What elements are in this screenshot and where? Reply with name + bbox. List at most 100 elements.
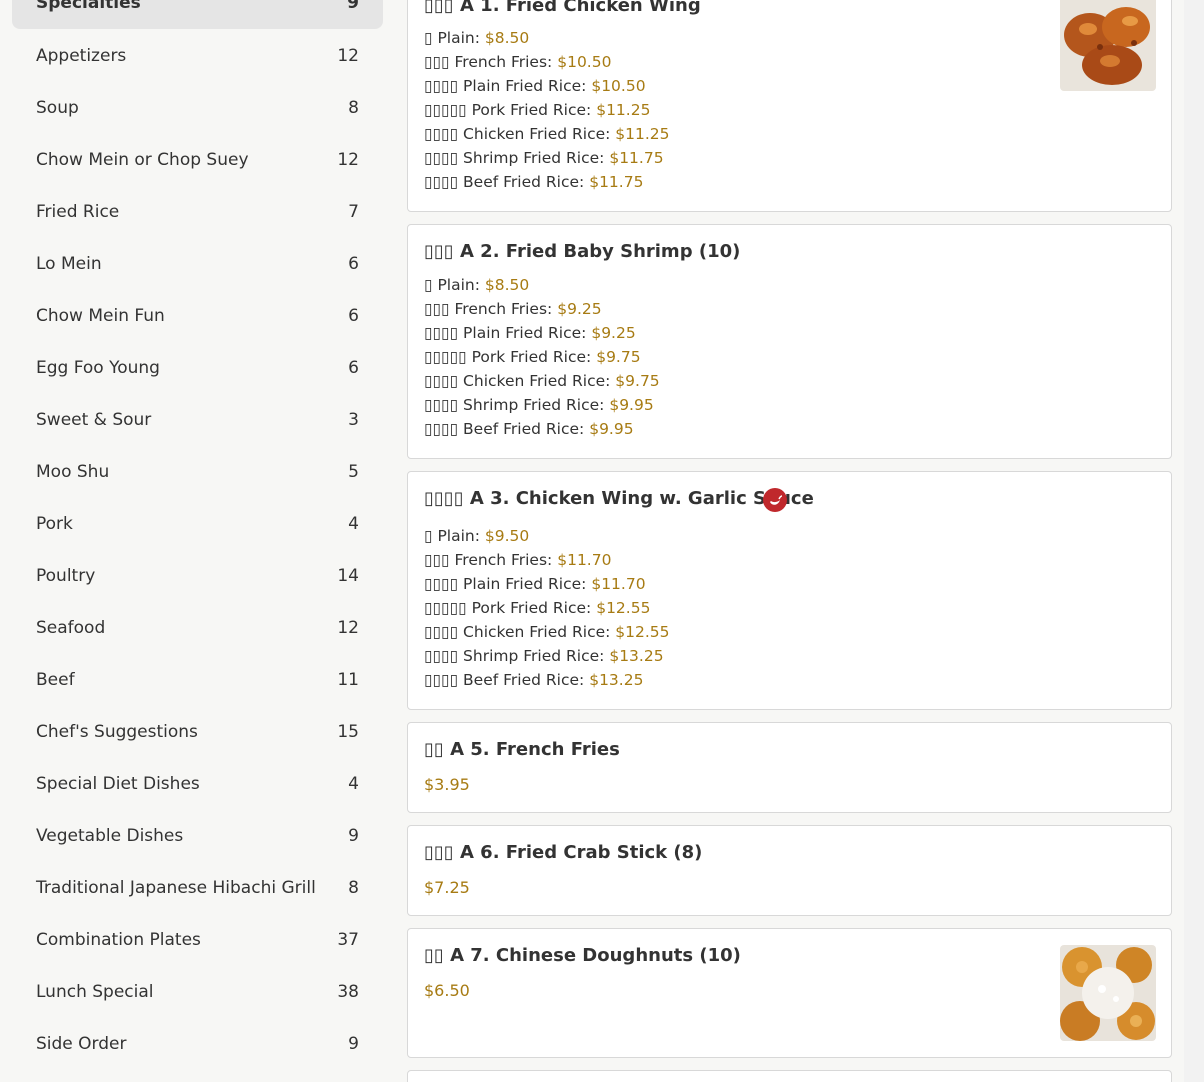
option-label: ▯▯▯▯▯ Pork Fried Rice: (424, 348, 592, 366)
category-egg-foo-young[interactable]: Egg Foo Young 6 (12, 342, 383, 394)
chicken-wing-photo[interactable] (1060, 0, 1156, 91)
option-price: $13.25 (589, 671, 644, 689)
category-count: 9 (348, 1034, 359, 1054)
category-seafood[interactable]: Seafood 12 (12, 602, 383, 654)
category-name: Combination Plates (36, 930, 201, 950)
category-specialties[interactable]: Specialties 9 (12, 0, 383, 29)
menu-item-title: ▯▯▯▯ A 3. Chicken Wing w. Garlic Sauce (424, 488, 814, 509)
option-price: $8.50 (484, 29, 530, 47)
menu-item-title: ▯▯▯ A 6. Fried Crab Stick (8) (424, 842, 703, 863)
menu-item-option: ▯▯▯▯ Shrimp Fried Rice: $13.25 (424, 647, 664, 665)
menu-item-option: ▯▯▯▯▯ Pork Fried Rice: $9.75 (424, 348, 641, 366)
menu-items-list: ▯▯▯ A 1. Fried Chicken Wing ▯ Plain: $8.… (395, 0, 1204, 1082)
option-label: ▯▯▯ French Fries: (424, 300, 553, 318)
option-label: ▯▯▯▯ Beef Fried Rice: (424, 420, 585, 438)
category-special-diet-dishes[interactable]: Special Diet Dishes 4 (12, 758, 383, 810)
menu-item-option: ▯▯▯▯ Beef Fried Rice: $9.95 (424, 420, 634, 438)
option-label: ▯ Plain: (424, 29, 480, 47)
category-chow-mein-fun[interactable]: Chow Mein Fun 6 (12, 290, 383, 342)
category-lunch-special[interactable]: Lunch Special 38 (12, 966, 383, 1018)
menu-item-card[interactable]: ▯▯▯▯ A 3. Chicken Wing w. Garlic Sauce ▯… (407, 471, 1172, 710)
option-price: $8.50 (484, 276, 530, 294)
category-combination-plates[interactable]: Combination Plates 37 (12, 914, 383, 966)
menu-item-card[interactable] (407, 1070, 1172, 1082)
category-count: 6 (348, 254, 359, 274)
option-price: $9.25 (591, 324, 636, 342)
menu-item-title: ▯▯ A 7. Chinese Doughnuts (10) (424, 945, 741, 966)
menu-item-option: ▯▯▯▯ Shrimp Fried Rice: $9.95 (424, 396, 654, 414)
category-name: Special Diet Dishes (36, 774, 200, 794)
category-count: 8 (348, 878, 359, 898)
menu-item-card[interactable]: ▯▯▯ A 2. Fried Baby Shrimp (10) ▯ Plain:… (407, 224, 1172, 459)
menu-item-option: ▯▯▯ French Fries: $9.25 (424, 300, 602, 318)
option-label: ▯▯▯ French Fries: (424, 53, 553, 71)
category-name: Sweet & Sour (36, 410, 152, 430)
category-pork[interactable]: Pork 4 (12, 498, 383, 550)
category-name: Chow Mein Fun (36, 306, 165, 326)
category-name: Specialties (36, 0, 141, 13)
category-count: 37 (337, 930, 359, 950)
category-side-order[interactable]: Side Order 9 (12, 1018, 383, 1070)
option-label: ▯▯▯▯ Chicken Fried Rice: (424, 623, 611, 641)
category-soup[interactable]: Soup 8 (12, 82, 383, 134)
chinese-doughnuts-photo[interactable] (1060, 945, 1156, 1041)
option-price: $11.75 (589, 173, 644, 191)
option-price: $9.75 (596, 348, 641, 366)
option-price: $11.25 (615, 125, 670, 143)
category-chow-mein-or-chop-suey[interactable]: Chow Mein or Chop Suey 12 (12, 134, 383, 186)
category-count: 9 (347, 0, 359, 13)
option-label: ▯▯▯▯▯ Pork Fried Rice: (424, 599, 592, 617)
scrollbar[interactable] (1184, 0, 1204, 1082)
category-traditional-japanese-hibachi-grill[interactable]: Traditional Japanese Hibachi Grill 8 (12, 862, 383, 914)
category-count: 6 (348, 358, 359, 378)
option-label: ▯▯▯▯ Plain Fried Rice: (424, 324, 587, 342)
option-price: $11.70 (591, 575, 646, 593)
chili-pepper-icon (763, 488, 787, 512)
option-price: $9.95 (609, 396, 654, 414)
option-label: ▯▯▯▯ Chicken Fried Rice: (424, 125, 611, 143)
category-count: 7 (348, 202, 359, 222)
menu-item-card[interactable]: ▯▯ A 5. French Fries $3.95 (407, 722, 1172, 813)
category-count: 11 (337, 670, 359, 690)
menu-item-title: ▯▯▯ A 1. Fried Chicken Wing (424, 0, 701, 16)
category-name: Seafood (36, 618, 106, 638)
category-chefs-suggestions[interactable]: Chef's Suggestions 15 (12, 706, 383, 758)
menu-item-card[interactable]: ▯▯▯ A 1. Fried Chicken Wing ▯ Plain: $8.… (407, 0, 1172, 212)
category-moo-shu[interactable]: Moo Shu 5 (12, 446, 383, 498)
menu-item-option: ▯▯▯▯ Chicken Fried Rice: $12.55 (424, 623, 670, 641)
menu-item-card[interactable]: ▯▯▯ A 6. Fried Crab Stick (8) $7.25 (407, 825, 1172, 916)
category-name: Fried Rice (36, 202, 120, 222)
option-price: $12.55 (615, 623, 670, 641)
category-fried-rice[interactable]: Fried Rice 7 (12, 186, 383, 238)
category-count: 8 (348, 98, 359, 118)
category-lo-mein[interactable]: Lo Mein 6 (12, 238, 383, 290)
option-label: ▯▯▯▯ Shrimp Fried Rice: (424, 647, 605, 665)
doughnuts-image (1060, 945, 1156, 1041)
menu-item-title: ▯▯▯ A 2. Fried Baby Shrimp (10) (424, 241, 741, 262)
category-vegetable-dishes[interactable]: Vegetable Dishes 9 (12, 810, 383, 862)
menu-item-option: ▯▯▯▯▯ Pork Fried Rice: $12.55 (424, 599, 650, 617)
chicken-wing-image (1060, 0, 1156, 91)
category-count: 38 (337, 982, 359, 1002)
category-count: 6 (348, 306, 359, 326)
category-sweet-and-sour[interactable]: Sweet & Sour 3 (12, 394, 383, 446)
menu-item-price: $6.50 (424, 981, 470, 1000)
category-appetizers[interactable]: Appetizers 12 (12, 30, 383, 82)
option-label: ▯▯▯▯▯ Pork Fried Rice: (424, 101, 592, 119)
menu-item-card[interactable]: ▯▯ A 7. Chinese Doughnuts (10) $6.50 (407, 928, 1172, 1058)
category-name: Appetizers (36, 46, 127, 66)
category-poultry[interactable]: Poultry 14 (12, 550, 383, 602)
option-price: $9.75 (615, 372, 660, 390)
menu-item-option: ▯▯▯ French Fries: $11.70 (424, 551, 611, 569)
category-name: Pork (36, 514, 73, 534)
menu-item-option: ▯▯▯▯ Chicken Fried Rice: $9.75 (424, 372, 660, 390)
category-beef[interactable]: Beef 11 (12, 654, 383, 706)
option-label: ▯▯▯▯ Beef Fried Rice: (424, 671, 585, 689)
category-name: Traditional Japanese Hibachi Grill (36, 878, 316, 898)
category-name: Poultry (36, 566, 96, 586)
category-count: 5 (348, 462, 359, 482)
option-price: $13.25 (609, 647, 664, 665)
option-price: $12.55 (596, 599, 651, 617)
category-count: 4 (348, 774, 359, 794)
category-name: Lo Mein (36, 254, 102, 274)
